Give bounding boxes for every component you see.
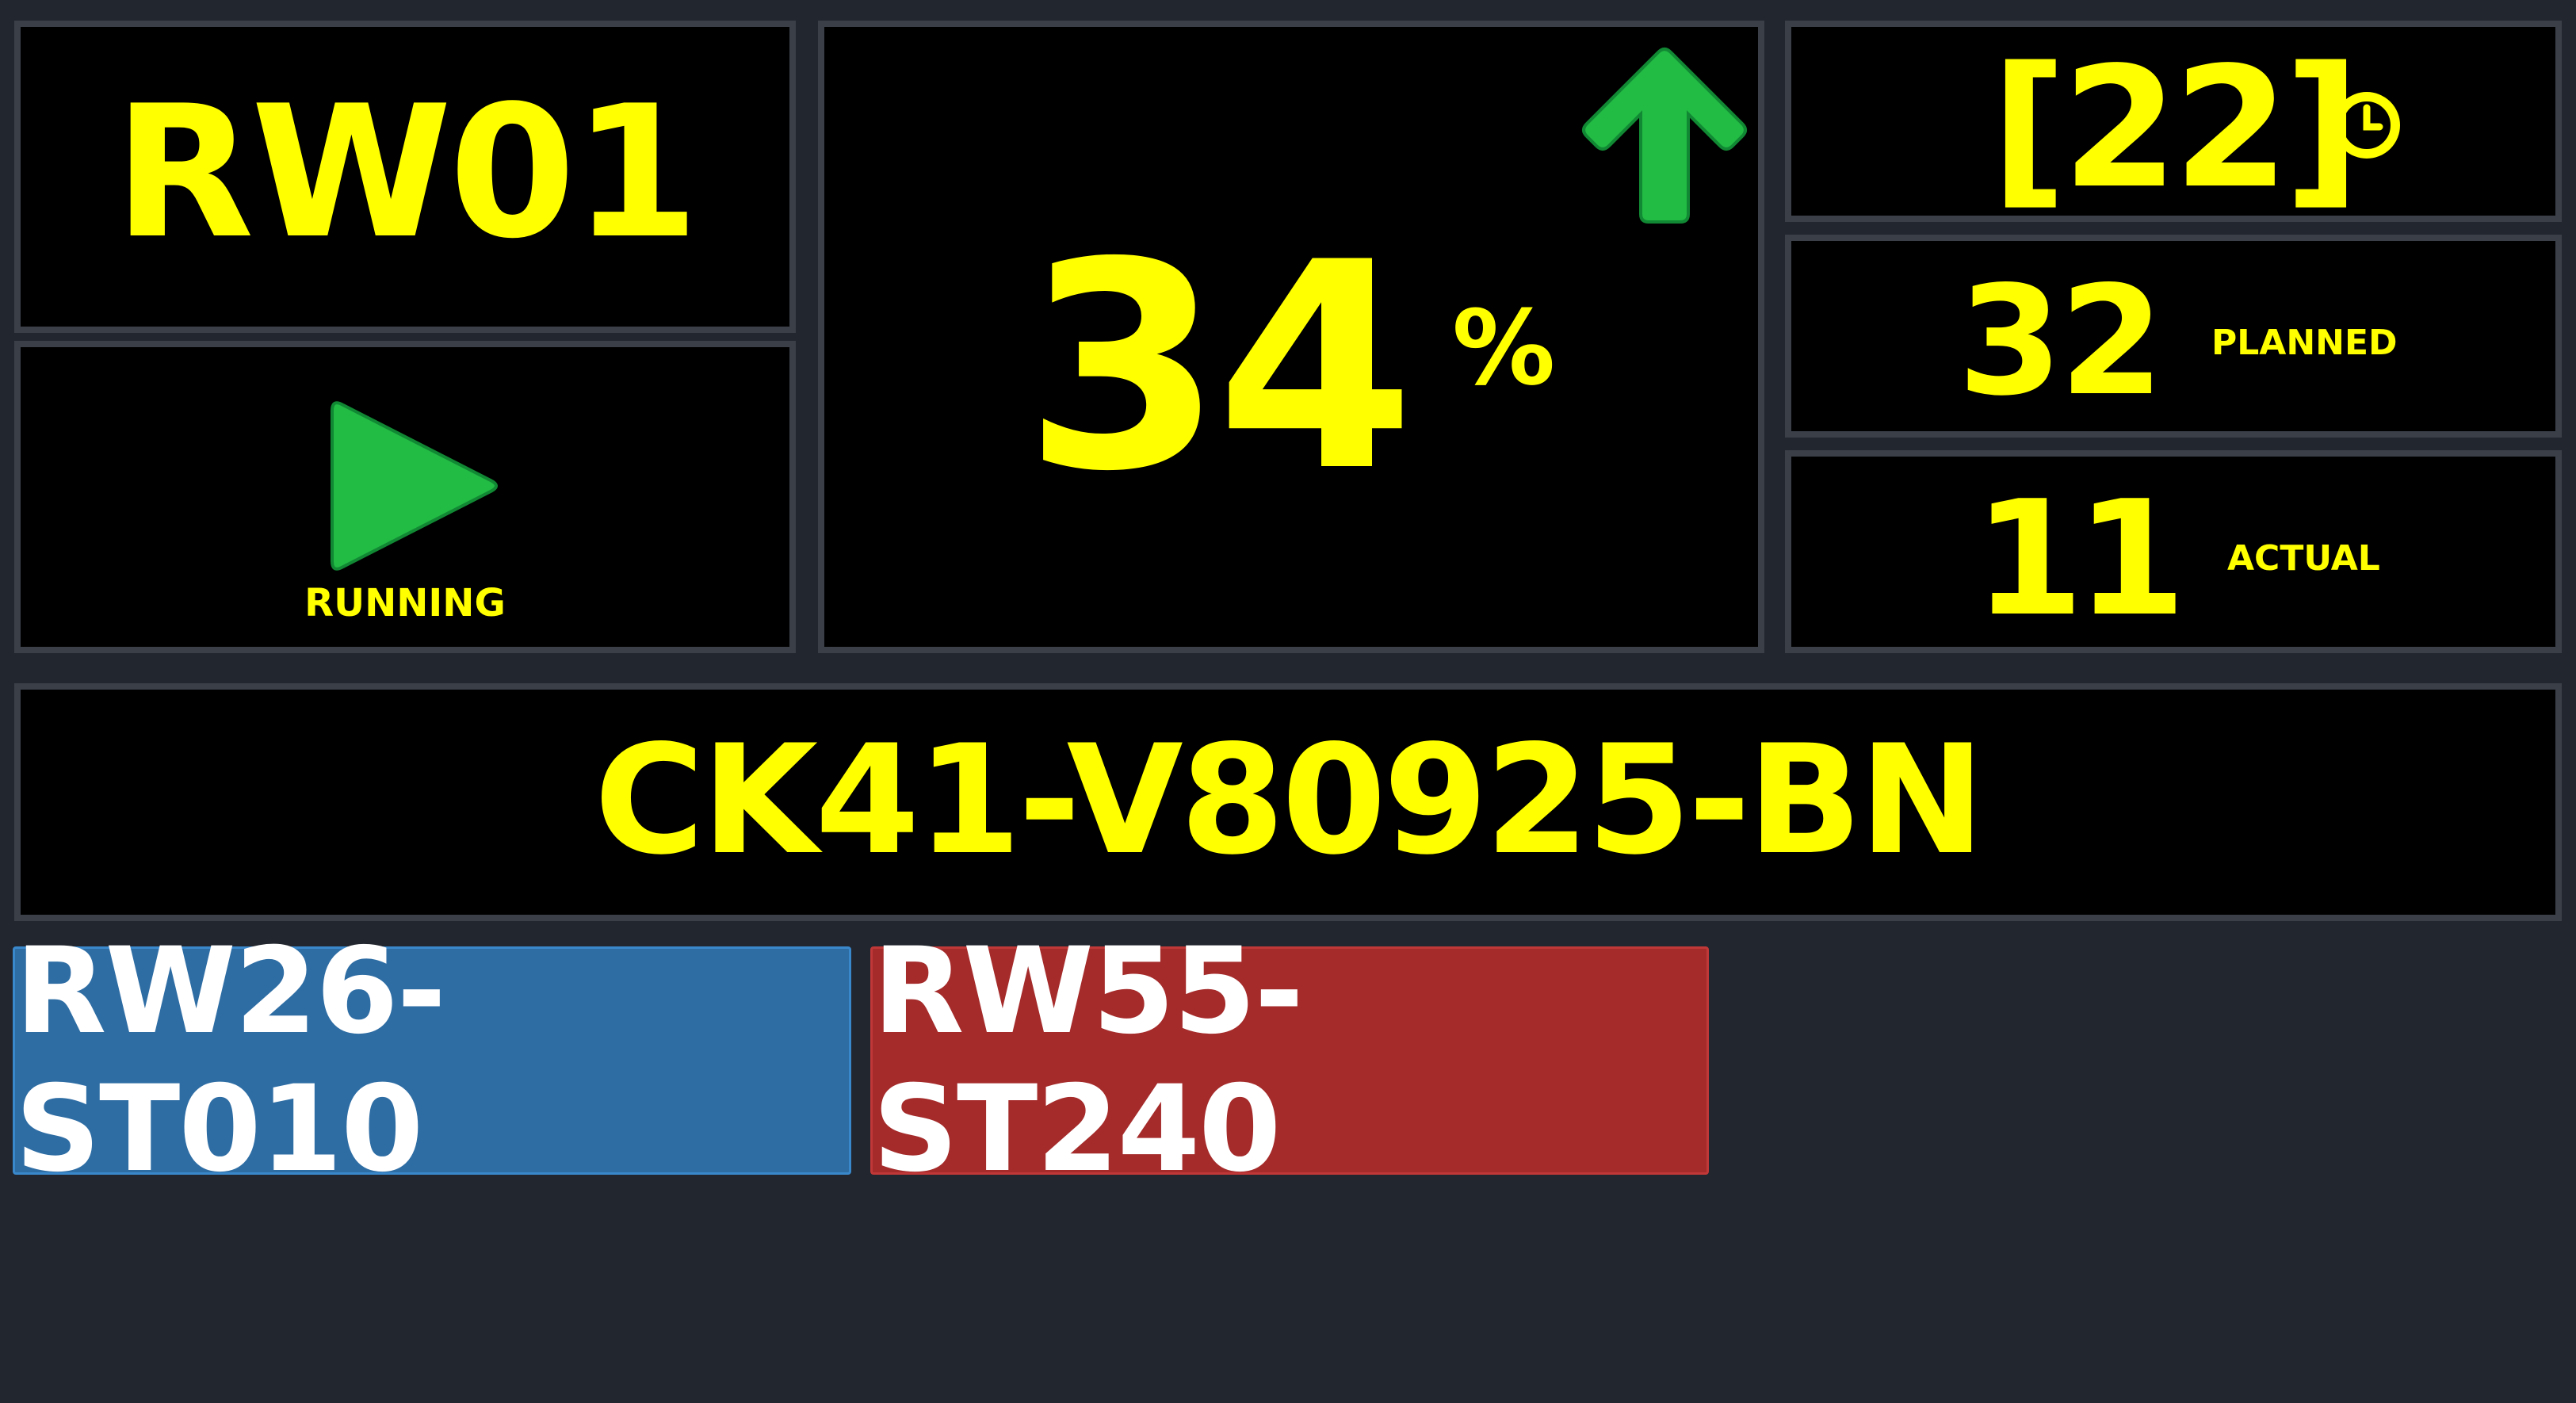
part-number: CK41-V80925-BN xyxy=(594,713,1986,888)
actual-value: 11 xyxy=(1974,467,2186,652)
station-button-rw26-st010[interactable]: RW26-ST010 xyxy=(13,923,851,1198)
cycle-panel: [22] xyxy=(1785,21,2562,222)
planned-value: 32 xyxy=(1958,254,2164,429)
actual-label: ACTUAL xyxy=(2227,538,2380,579)
planned-label: PLANNED xyxy=(2211,323,2398,363)
station-panel: RW01 xyxy=(14,21,796,333)
planned-panel: 32 PLANNED xyxy=(1785,235,2562,438)
clock-icon xyxy=(2333,92,2400,159)
part-number-panel: CK41-V80925-BN xyxy=(14,683,2562,921)
play-icon xyxy=(331,401,498,571)
station-button-rw55-st240[interactable]: RW55-ST240 xyxy=(870,923,1709,1198)
cycle-value: [22] xyxy=(1990,31,2360,222)
arrow-up-icon xyxy=(1582,48,1747,224)
status-panel: RUNNING xyxy=(14,341,796,653)
efficiency-unit: % xyxy=(1452,288,1556,408)
station-code: RW01 xyxy=(113,67,700,279)
efficiency-value: 34 xyxy=(1024,201,1415,533)
actual-panel: 11 ACTUAL xyxy=(1785,450,2562,653)
status-label: RUNNING xyxy=(304,581,506,625)
efficiency-panel: 34 % xyxy=(818,21,1764,653)
